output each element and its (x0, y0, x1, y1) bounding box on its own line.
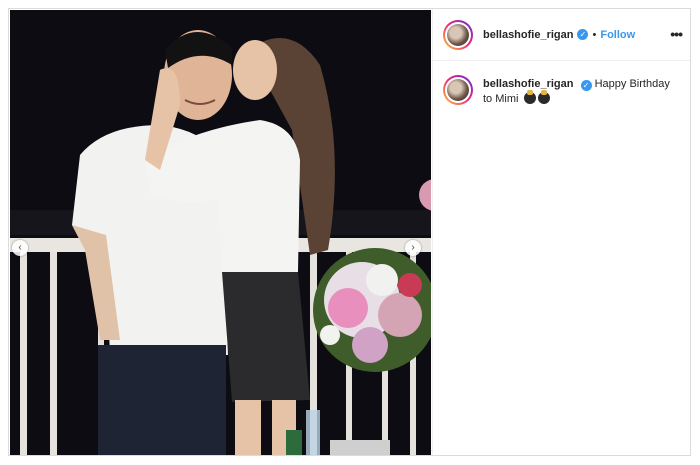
avatar-image (447, 79, 469, 101)
profile-avatar[interactable] (443, 19, 473, 50)
party-emoji-icon (537, 90, 550, 104)
post-header: bellashofie_rigan ✓ • Follow ••• (433, 9, 690, 61)
follow-button[interactable]: Follow (600, 29, 635, 41)
avatar-image (447, 23, 469, 46)
username-link[interactable]: bellashofie_rigan (483, 29, 573, 41)
caption-avatar[interactable] (443, 75, 473, 105)
verified-badge-icon: ✓ (580, 80, 592, 91)
post-sidebar: bellashofie_rigan ✓ • Follow ••• bellash… (432, 9, 690, 455)
next-photo-button[interactable]: › (405, 240, 421, 256)
post-photo[interactable]: ‹ › (10, 10, 431, 455)
post-caption: bellashofie_rigan ✓ Happy Birthday to Mi… (433, 61, 690, 107)
chevron-right-icon: › (411, 242, 415, 253)
chevron-left-icon: ‹ (18, 242, 22, 253)
previous-photo-button[interactable]: ‹ (12, 240, 28, 256)
caption-text-block: bellashofie_rigan ✓ Happy Birthday to Mi… (483, 77, 680, 107)
separator-dot: • (592, 28, 597, 41)
caption-username[interactable]: bellashofie_rigan (483, 78, 573, 90)
verified-badge-icon: ✓ (577, 29, 589, 40)
more-options-icon[interactable]: ••• (670, 26, 683, 42)
party-emoji-icon (523, 90, 536, 104)
photo-illustration (10, 10, 431, 455)
